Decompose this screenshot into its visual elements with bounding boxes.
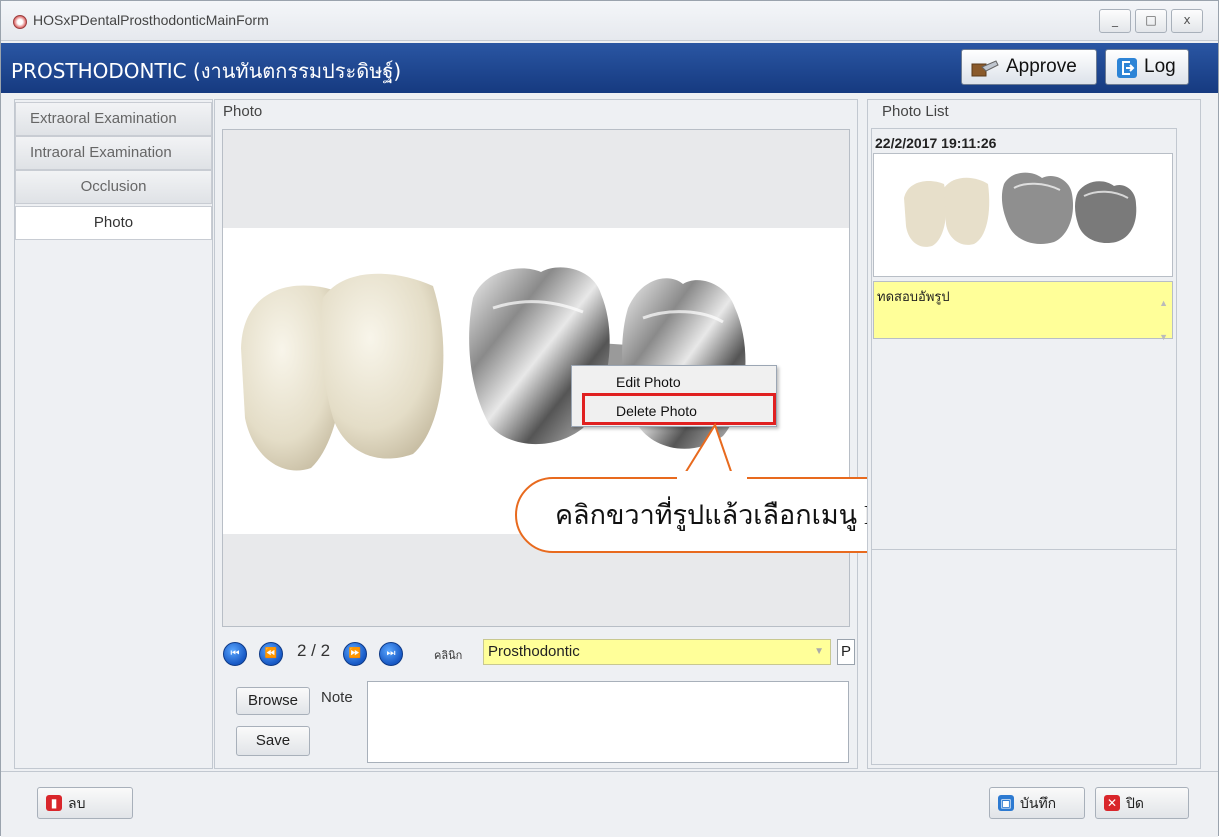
edit-photo-menu-item[interactable]: Edit Photo	[616, 374, 681, 390]
photo-caption-text: ทดสอบอัพรูป	[877, 289, 950, 304]
trash-icon: ▮	[46, 795, 62, 811]
photo-date: 22/2/2017 19:11:26	[875, 135, 997, 151]
browse-button[interactable]: Browse	[236, 687, 310, 715]
photo-context-menu: Edit Photo Delete Photo	[571, 365, 777, 427]
clinic-select[interactable]: Prosthodontic ▼	[483, 639, 831, 665]
chevron-down-icon: ▼	[814, 646, 824, 657]
log-icon	[1117, 58, 1137, 78]
photo-list-title: Photo List	[882, 103, 949, 120]
previous-photo-button[interactable]: ⏪	[259, 642, 283, 666]
title-bar: HOSxPDentalProsthodonticMainForm _ □ x	[1, 1, 1218, 41]
tab-extraoral-examination[interactable]: Extraoral Examination	[15, 102, 212, 136]
approve-icon	[971, 60, 999, 77]
log-label: Log	[1144, 56, 1176, 77]
save-button[interactable]: ▣ บันทึก	[989, 787, 1085, 819]
floppy-icon: ▣	[998, 795, 1014, 811]
photo-caption[interactable]: ทดสอบอัพรูป ▲ ▼	[873, 281, 1173, 342]
window-title: HOSxPDentalProsthodonticMainForm	[33, 12, 269, 28]
first-photo-button[interactable]: ⏮	[223, 642, 247, 666]
tab-occlusion[interactable]: Occlusion	[15, 170, 212, 204]
tab-photo[interactable]: Photo	[15, 206, 212, 240]
p-button[interactable]: P	[837, 639, 855, 665]
close-label: ปิด	[1126, 795, 1144, 811]
photo-thumbnail[interactable]	[873, 153, 1173, 277]
next-photo-button[interactable]: ⏩	[343, 642, 367, 666]
note-label: Note	[321, 689, 353, 706]
app-icon	[13, 15, 27, 29]
app-window: HOSxPDentalProsthodonticMainForm _ □ x P…	[0, 0, 1219, 837]
maximize-button[interactable]: □	[1135, 9, 1167, 33]
caption-scrollbar[interactable]: ▲ ▼	[1159, 286, 1168, 354]
last-photo-button[interactable]: ⏭	[379, 642, 403, 666]
photo-panel-title: Photo	[223, 103, 263, 120]
approve-label: Approve	[1006, 56, 1077, 77]
close-button[interactable]: ✕ ปิด	[1095, 787, 1189, 819]
save-photo-button[interactable]: Save	[236, 726, 310, 756]
delete-label: ลบ	[68, 795, 86, 811]
clinic-value: Prosthodontic	[488, 643, 580, 660]
dental-bridge-thumbnail	[904, 172, 1137, 247]
note-field[interactable]	[367, 681, 849, 763]
delete-button[interactable]: ▮ ลบ	[37, 787, 133, 819]
save-label: บันทึก	[1020, 795, 1057, 811]
tab-intraoral-examination[interactable]: Intraoral Examination	[15, 136, 212, 170]
form-header: PROSTHODONTIC (งานทันตกรรมประดิษฐ์) Appr…	[1, 43, 1218, 93]
approve-button[interactable]: Approve	[961, 49, 1097, 85]
page-title: PROSTHODONTIC (งานทันตกรรมประดิษฐ์)	[11, 59, 402, 83]
close-icon: ✕	[1104, 795, 1120, 811]
photo-pager: 2 / 2	[297, 641, 331, 660]
section-tabs: Extraoral Examination Intraoral Examinat…	[14, 99, 213, 769]
log-button[interactable]: Log	[1105, 49, 1189, 85]
minimize-button[interactable]: _	[1099, 9, 1131, 33]
close-window-button[interactable]: x	[1171, 9, 1203, 33]
clinic-label: คลินิก	[434, 650, 463, 662]
